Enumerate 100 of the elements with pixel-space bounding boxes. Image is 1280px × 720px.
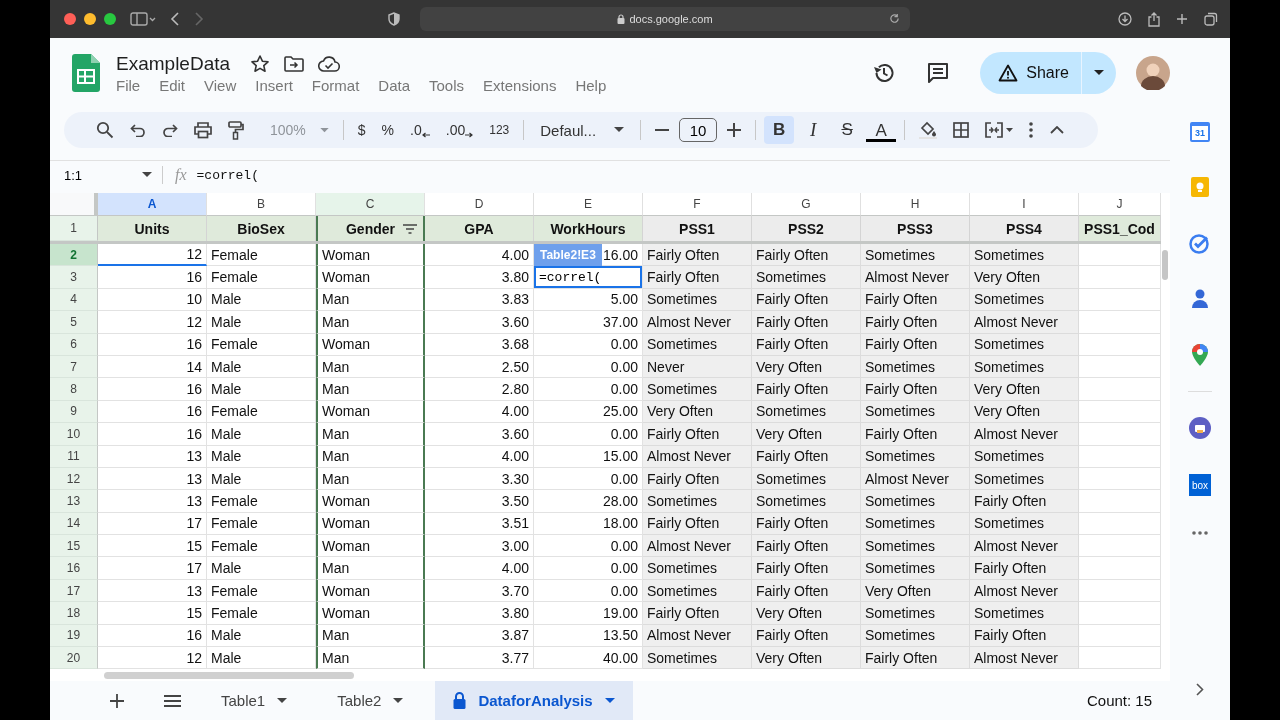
paint-format-icon[interactable] <box>228 120 244 140</box>
selection-count[interactable]: Count: 15 <box>1086 692 1152 709</box>
undo-icon[interactable] <box>130 123 146 137</box>
shield-icon[interactable] <box>388 12 400 26</box>
row-header[interactable]: 3 <box>50 266 98 289</box>
decrease-decimal-button[interactable]: .0 <box>402 118 438 142</box>
print-icon[interactable] <box>194 121 212 139</box>
bold-button[interactable]: B <box>764 116 795 144</box>
address-bar[interactable]: docs.google.com <box>420 7 910 31</box>
row-header[interactable]: 5 <box>50 311 98 334</box>
reload-icon[interactable] <box>889 13 900 24</box>
comments-icon[interactable] <box>926 61 951 85</box>
sheets-logo-icon[interactable] <box>72 54 100 92</box>
more-options-icon[interactable] <box>1029 122 1034 138</box>
menu-item[interactable]: Data <box>378 76 410 94</box>
expand-panel-icon[interactable] <box>1196 683 1204 696</box>
row-header[interactable]: 8 <box>50 378 98 401</box>
borders-icon[interactable] <box>953 122 970 138</box>
font-size-field[interactable]: 10 <box>679 118 718 142</box>
avatar[interactable] <box>1136 56 1170 90</box>
fill-color-icon[interactable] <box>919 121 938 139</box>
plus-icon[interactable] <box>727 123 742 137</box>
name-box[interactable]: 1:1 <box>50 167 158 183</box>
row-header[interactable]: 17 <box>50 579 98 603</box>
minimize-window-icon[interactable] <box>84 13 96 25</box>
menu-item[interactable]: View <box>204 76 237 94</box>
tasks-icon[interactable] <box>1189 232 1211 254</box>
back-icon[interactable] <box>170 12 180 26</box>
move-folder-icon[interactable] <box>284 54 305 73</box>
text-color-button[interactable]: A <box>866 118 897 142</box>
row-header[interactable]: 1 <box>50 216 98 241</box>
column-header[interactable]: D <box>425 193 534 216</box>
redo-icon[interactable] <box>162 123 178 137</box>
italic-button[interactable]: I <box>798 116 829 144</box>
share-button[interactable]: Share <box>980 52 1081 94</box>
menu-item[interactable]: Extensions <box>483 76 557 94</box>
star-icon[interactable] <box>250 53 271 74</box>
font-dropdown[interactable]: Defaul... <box>530 117 635 143</box>
calendar-icon[interactable]: 31 <box>1190 122 1210 142</box>
add-sheet-icon[interactable] <box>110 693 124 708</box>
increase-decimal-button[interactable]: .00 <box>437 118 482 142</box>
column-header[interactable]: J <box>1079 193 1161 216</box>
column-header[interactable]: B <box>207 193 316 216</box>
close-window-icon[interactable] <box>64 13 76 25</box>
formula-field[interactable]: =correl( <box>194 166 1170 184</box>
printer-icon[interactable] <box>1189 417 1211 439</box>
contacts-icon[interactable] <box>1192 289 1208 309</box>
row-header[interactable]: 19 <box>50 624 98 648</box>
cell-editor[interactable]: =correl( <box>534 266 642 288</box>
row-header[interactable]: 6 <box>50 333 98 356</box>
row-header[interactable]: 12 <box>50 467 98 491</box>
menu-item[interactable]: Edit <box>159 76 186 94</box>
row-header[interactable]: 10 <box>50 423 98 446</box>
share-icon[interactable] <box>1148 11 1160 27</box>
row-header[interactable]: 2 <box>50 244 98 267</box>
sheet-tab[interactable]: Table1 <box>203 681 306 720</box>
menu-item[interactable]: Format <box>311 76 360 94</box>
row-header[interactable]: 13 <box>50 490 98 513</box>
column-header[interactable]: C <box>316 193 425 216</box>
column-header[interactable]: A <box>98 193 207 216</box>
row-header[interactable]: 14 <box>50 512 98 536</box>
column-header[interactable]: H <box>861 193 970 216</box>
column-header[interactable]: G <box>752 193 861 216</box>
version-history-icon[interactable] <box>872 61 897 85</box>
zoom-window-icon[interactable] <box>104 13 116 25</box>
row-header[interactable]: 7 <box>50 355 98 379</box>
column-header[interactable]: I <box>970 193 1079 216</box>
sheet-tab[interactable]: DataforAnalysis <box>435 681 633 720</box>
filter-icon[interactable] <box>403 224 417 234</box>
menu-item[interactable]: File <box>116 76 141 94</box>
menu-item[interactable]: Insert <box>255 76 293 94</box>
currency-format-button[interactable]: $ <box>349 118 374 142</box>
column-header[interactable]: E <box>534 193 643 216</box>
new-tab-icon[interactable] <box>1176 13 1188 25</box>
sheet-tab[interactable]: Table2 <box>319 681 422 720</box>
strikethrough-button[interactable]: S <box>832 116 863 144</box>
sidebar-icon[interactable] <box>130 12 156 26</box>
menu-item[interactable]: Tools <box>429 76 465 94</box>
cloud-saved-icon[interactable] <box>318 55 341 72</box>
all-sheets-icon[interactable] <box>164 694 181 707</box>
search-icon[interactable] <box>96 121 114 139</box>
box-app-icon[interactable]: box <box>1189 474 1211 496</box>
column-header[interactable]: F <box>643 193 752 216</box>
tabs-overview-icon[interactable] <box>1204 12 1218 26</box>
merge-cells-icon[interactable] <box>985 122 1014 138</box>
row-header[interactable]: 16 <box>50 557 98 580</box>
collapse-icon[interactable] <box>1050 126 1064 134</box>
map-pin-icon[interactable] <box>1192 344 1208 366</box>
row-header[interactable]: 20 <box>50 647 98 670</box>
minus-icon[interactable] <box>655 129 670 131</box>
number-format-button[interactable]: 123 <box>481 119 518 141</box>
row-header[interactable]: 4 <box>50 288 98 312</box>
more-apps-icon[interactable] <box>1192 531 1208 535</box>
download-icon[interactable] <box>1118 12 1132 26</box>
menu-item[interactable]: Help <box>575 76 607 94</box>
document-title[interactable]: ExampleData <box>116 52 231 75</box>
row-header[interactable]: 15 <box>50 535 98 558</box>
row-header[interactable]: 11 <box>50 445 98 468</box>
row-header[interactable]: 9 <box>50 400 98 424</box>
row-header[interactable]: 18 <box>50 602 98 625</box>
